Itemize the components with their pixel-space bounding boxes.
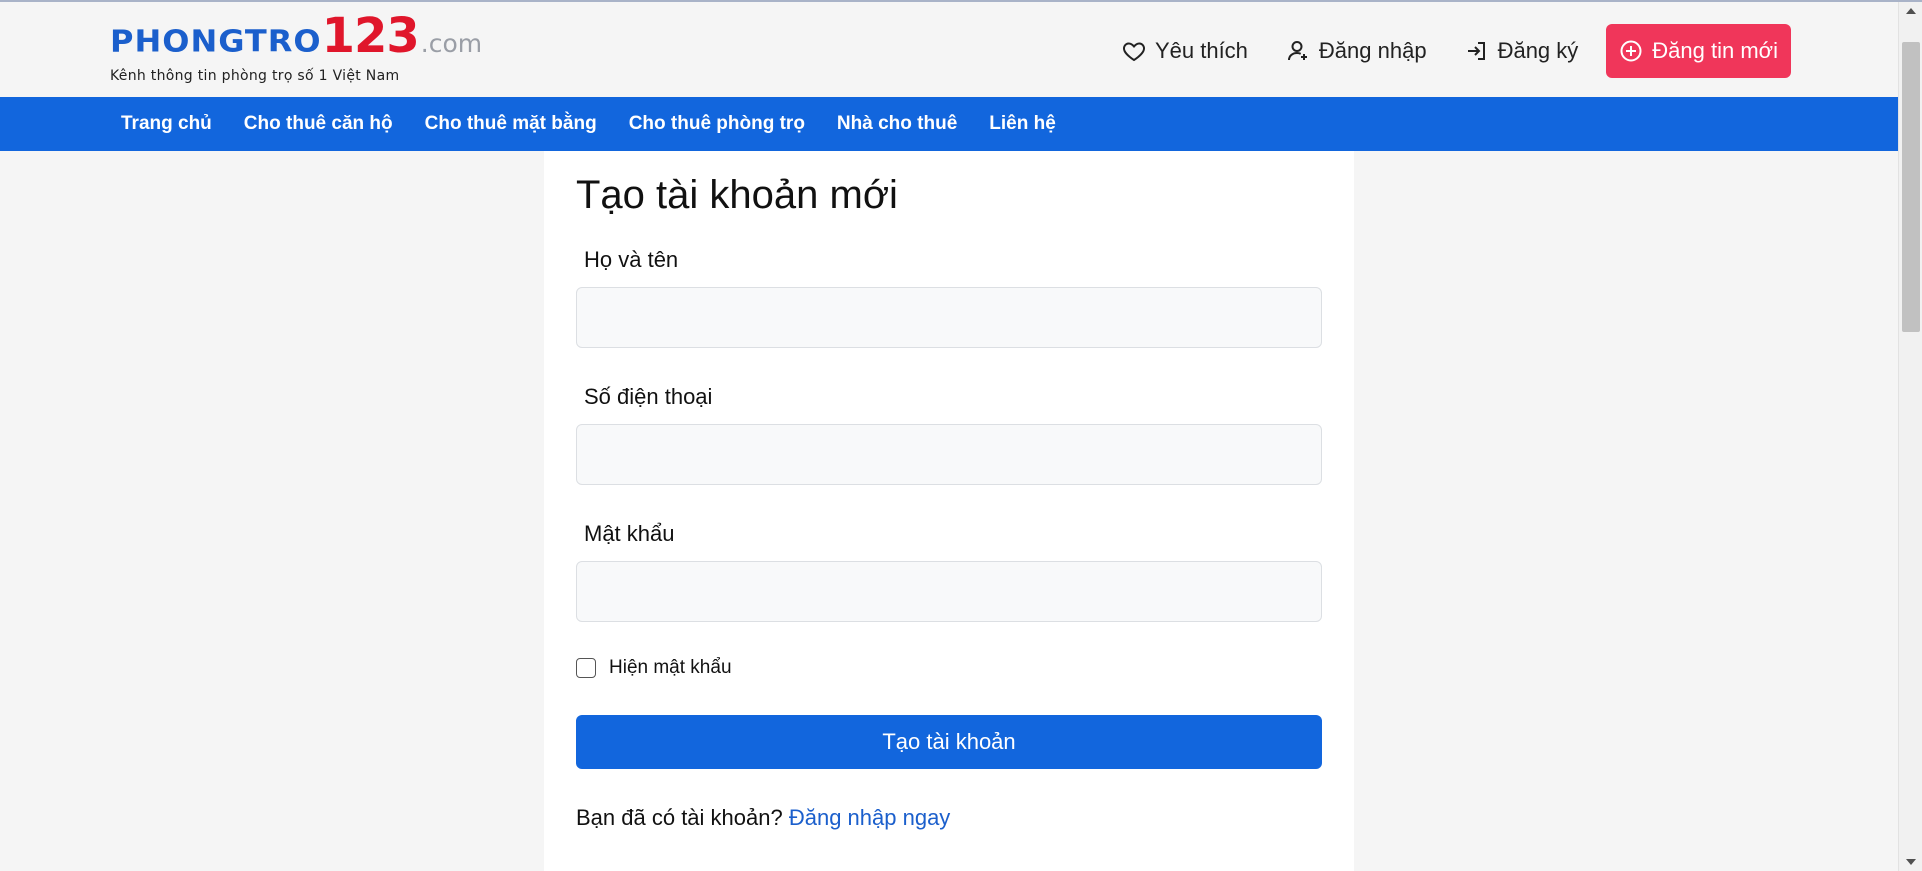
register-card: Tạo tài khoản mới Họ và tên Số điện thoạ… xyxy=(544,151,1354,871)
site-header: PHONGTRO 123 .com Kênh thông tin phòng t… xyxy=(0,2,1898,97)
logo-wordmark: PHONGTRO 123 .com xyxy=(110,8,490,64)
scrollbar-thumb[interactable] xyxy=(1902,42,1920,332)
login-now-link[interactable]: Đăng nhập ngay xyxy=(789,805,950,830)
nav-item-contact[interactable]: Liên hệ xyxy=(989,113,1056,135)
scroll-up-arrow-icon[interactable] xyxy=(1906,8,1916,14)
fullname-input[interactable] xyxy=(576,287,1322,348)
page-scrollbar[interactable] xyxy=(1898,2,1922,871)
site-logo[interactable]: PHONGTRO 123 .com Kênh thông tin phòng t… xyxy=(110,8,490,88)
login-prompt: Bạn đã có tài khoản? Đăng nhập ngay xyxy=(576,805,950,831)
show-password-toggle[interactable]: Hiện mật khẩu xyxy=(576,657,732,679)
phone-label: Số điện thoại xyxy=(584,384,713,409)
favorites-label: Yêu thích xyxy=(1154,38,1248,63)
login-label: Đăng nhập xyxy=(1318,38,1427,63)
heart-icon xyxy=(1123,42,1145,62)
register-link[interactable]: Đăng ký xyxy=(1465,38,1579,64)
show-password-label: Hiện mật khẩu xyxy=(609,657,732,678)
user-icon xyxy=(1287,41,1307,61)
page-title: Tạo tài khoản mới xyxy=(576,173,898,217)
nav-item-rooms[interactable]: Cho thuê phòng trọ xyxy=(629,113,805,135)
show-password-checkbox[interactable] xyxy=(576,658,596,678)
have-account-text: Bạn đã có tài khoản? xyxy=(576,805,783,830)
logo-tagline: Kênh thông tin phòng trọ số 1 Việt Nam xyxy=(110,68,400,84)
favorites-link[interactable]: Yêu thích xyxy=(1122,38,1248,64)
post-new-label: Đăng tin mới xyxy=(1652,38,1778,63)
logo-brand-text: PHONGTRO xyxy=(110,22,322,60)
header-actions: Yêu thích Đăng nhập Đăng ký Đăng tin mới xyxy=(1084,24,1791,78)
post-new-listing-button[interactable]: Đăng tin mới xyxy=(1606,24,1791,78)
logo-domain-text: .com xyxy=(420,29,483,58)
nav-item-home[interactable]: Trang chủ xyxy=(121,113,212,135)
password-label: Mật khẩu xyxy=(584,521,675,546)
nav-item-apartments[interactable]: Cho thuê căn hộ xyxy=(244,113,393,135)
password-input[interactable] xyxy=(576,561,1322,622)
scroll-down-arrow-icon[interactable] xyxy=(1906,859,1916,865)
main-nav: Trang chủ Cho thuê căn hộ Cho thuê mặt b… xyxy=(0,97,1898,151)
nav-item-premises[interactable]: Cho thuê mặt bằng xyxy=(425,113,597,135)
phone-input[interactable] xyxy=(576,424,1322,485)
fullname-label: Họ và tên xyxy=(584,247,679,272)
create-account-button[interactable]: Tạo tài khoản xyxy=(576,715,1322,769)
nav-item-houses[interactable]: Nhà cho thuê xyxy=(837,113,957,135)
logo-number-text: 123 xyxy=(321,8,420,64)
register-label: Đăng ký xyxy=(1497,38,1579,63)
plus-circle-icon xyxy=(1620,40,1642,62)
sign-in-icon xyxy=(1467,42,1485,60)
login-link[interactable]: Đăng nhập xyxy=(1286,38,1427,64)
